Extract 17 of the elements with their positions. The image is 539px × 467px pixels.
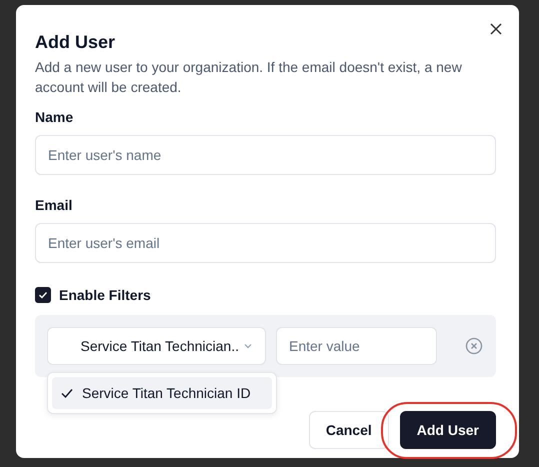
clear-icon[interactable]	[465, 337, 483, 355]
checkbox[interactable]	[35, 287, 51, 303]
check-icon	[38, 290, 48, 300]
field-label: Name	[35, 108, 74, 127]
input-field[interactable]: Enter user's email	[35, 223, 496, 263]
input-field[interactable]: Enter user's name	[35, 135, 496, 175]
chevron-down-icon	[243, 341, 253, 351]
value-field[interactable]: Enter value	[276, 327, 437, 365]
field-label: Email	[35, 196, 74, 215]
submit-button[interactable]: Add User	[400, 411, 496, 449]
field-select[interactable]: Service Titan Technician..	[47, 327, 266, 365]
dialog-description: Add a new user to your organization. If the email doesn't exist, a new account will be created.	[35, 58, 463, 97]
close-icon[interactable]	[489, 22, 503, 36]
dialog-title: Add User	[35, 31, 116, 53]
dropdown-option[interactable]: Service Titan Technician ID	[52, 377, 272, 409]
cancel-button[interactable]: Cancel	[308, 411, 389, 449]
checkbox-label: Enable Filters	[59, 287, 151, 303]
